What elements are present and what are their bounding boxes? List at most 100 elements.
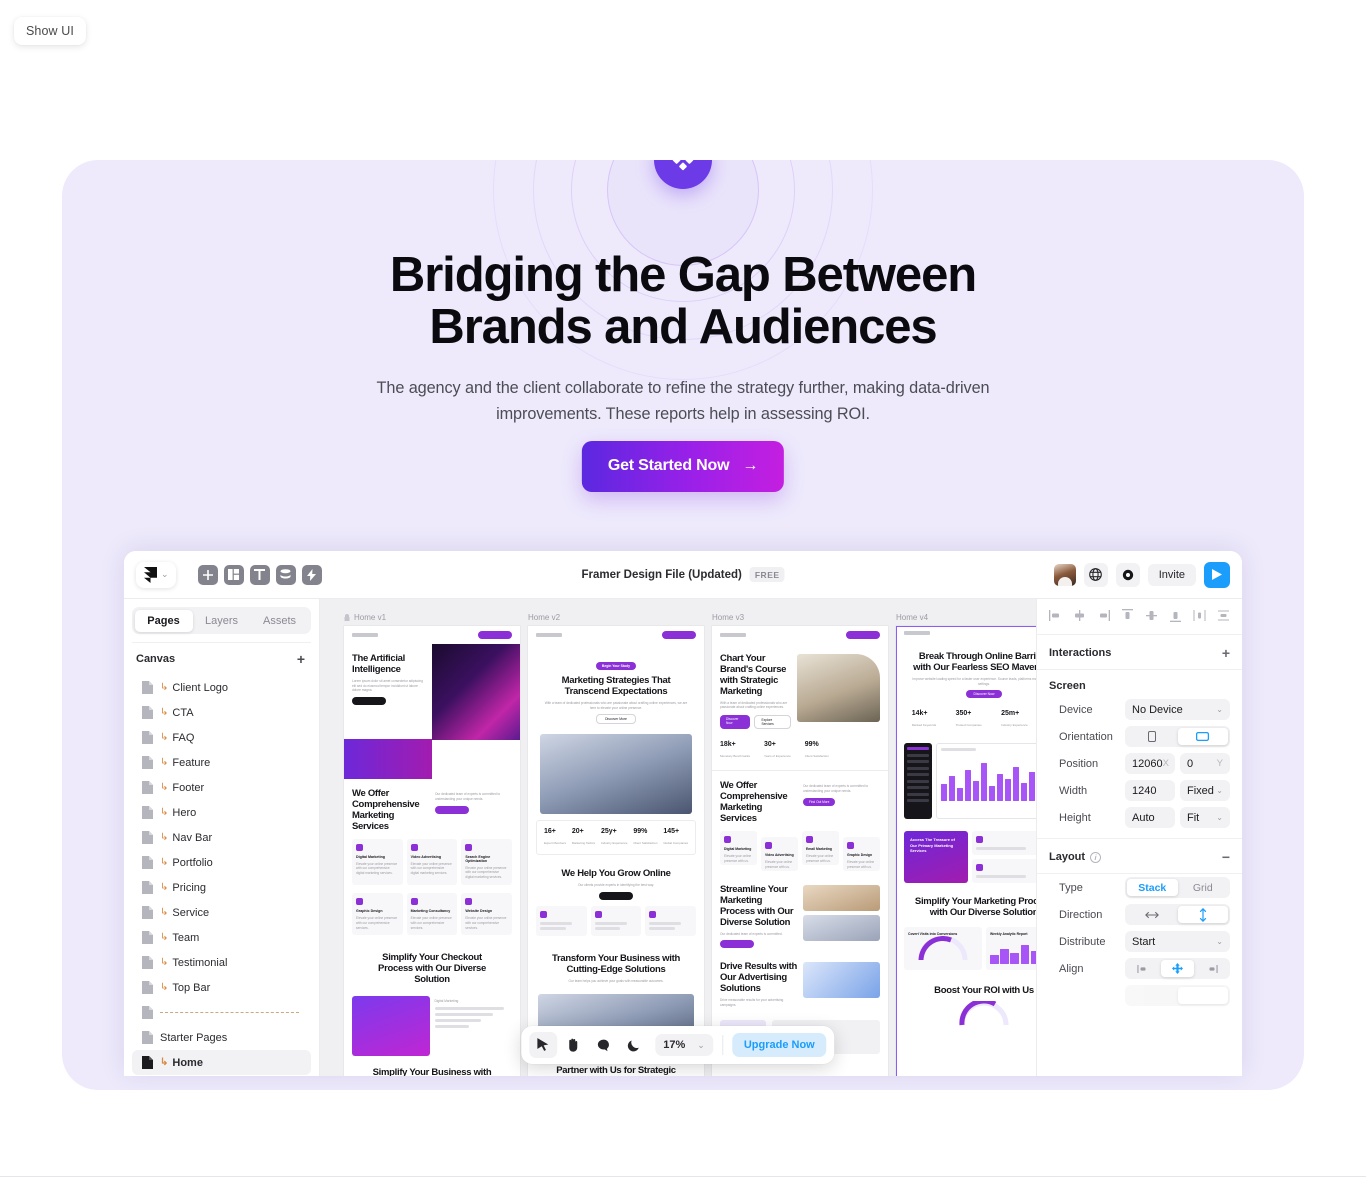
layout-icon[interactable] xyxy=(223,564,244,585)
cursor-tool-icon[interactable] xyxy=(529,1032,558,1058)
hand-tool-icon[interactable] xyxy=(559,1032,587,1058)
orientation-toggle xyxy=(1125,726,1230,747)
device-select[interactable]: No Device ⌄ xyxy=(1125,699,1230,720)
width-mode-select[interactable]: Fixed ⌄ xyxy=(1180,780,1230,801)
page-list-item[interactable]: ↳ Service xyxy=(132,900,311,925)
distribute-select[interactable]: Start ⌄ xyxy=(1125,931,1230,952)
frame-label[interactable]: Home v2 xyxy=(528,613,704,622)
get-started-button[interactable]: Get Started Now → xyxy=(581,441,785,492)
tab-layers[interactable]: Layers xyxy=(193,610,251,632)
frame4-promo-title: Access The Treasure of Our Primary Marke… xyxy=(904,831,968,884)
info-icon[interactable]: i xyxy=(1090,851,1102,863)
frame3-cta[interactable]: Discover Now xyxy=(720,715,751,730)
dark-mode-icon[interactable] xyxy=(619,1032,647,1058)
align-right-icon[interactable] xyxy=(1097,609,1110,625)
phone-portrait-icon[interactable] xyxy=(1127,728,1178,745)
align-center-vertical-icon[interactable] xyxy=(1145,609,1158,625)
invite-button[interactable]: Invite xyxy=(1147,563,1196,586)
framer-dot-icon[interactable] xyxy=(1115,562,1140,587)
align-center-icon[interactable] xyxy=(1160,960,1195,977)
frame-home-v4[interactable]: Break Through Online Barriers with Our F… xyxy=(896,626,1036,1076)
add-interaction-button[interactable]: + xyxy=(1222,646,1230,660)
collapse-layout-button[interactable]: − xyxy=(1222,850,1230,864)
page-list-item[interactable]: ↳ Nav Bar xyxy=(132,825,311,850)
show-ui-button[interactable]: Show UI xyxy=(14,17,86,45)
insert-icon[interactable] xyxy=(197,564,218,585)
align-start-icon[interactable] xyxy=(1127,960,1161,977)
frame-home-v2[interactable]: Begin Your Study Marketing Strategies Th… xyxy=(528,626,704,1076)
frame2-section-title: We Help You Grow Online xyxy=(561,868,671,880)
page-list-item[interactable]: ↳ FAQ xyxy=(132,725,311,750)
frame1-card: Marketing Consultancy xyxy=(410,909,451,914)
user-avatar[interactable] xyxy=(1053,563,1076,586)
frame-label[interactable]: Home v4 xyxy=(896,613,1036,622)
frame2-cta[interactable]: Discover More xyxy=(596,714,636,725)
align-center-horizontal-icon[interactable] xyxy=(1073,609,1086,625)
play-icon[interactable] xyxy=(1204,561,1230,588)
canvas-frames: Home v1 The Artificial Intelligence Lore… xyxy=(320,599,1036,1076)
comment-tool-icon[interactable] xyxy=(589,1032,617,1058)
layout-type-row: Type Stack Grid xyxy=(1037,874,1242,901)
height-mode-select[interactable]: Fit ⌄ xyxy=(1180,807,1230,828)
effects-icon[interactable] xyxy=(301,564,322,585)
frame-home-v3[interactable]: Chart Your Brand's Course with Strategic… xyxy=(712,626,888,1076)
add-page-button[interactable]: + xyxy=(297,652,305,666)
page-list-item[interactable]: ↳ Pricing xyxy=(132,875,311,900)
arrow-vertical-icon[interactable] xyxy=(1177,906,1228,923)
frame-label[interactable]: Home v3 xyxy=(712,613,888,622)
device-value: No Device xyxy=(1132,703,1183,716)
height-label: Height xyxy=(1059,811,1091,824)
page-list-item[interactable]: ↳ Home xyxy=(132,1050,311,1075)
height-input[interactable]: Auto xyxy=(1125,807,1175,828)
frame-label[interactable]: Home v1 xyxy=(344,613,520,622)
page-list-item[interactable] xyxy=(132,1000,311,1025)
frame4-bottom-title: Boost Your ROI with Us xyxy=(934,985,1034,997)
align-end-icon[interactable] xyxy=(1194,960,1228,977)
page-list-item[interactable]: ↳ Hero xyxy=(132,800,311,825)
frame4-cta[interactable]: Discover Now xyxy=(965,690,1003,699)
frame2-stat-label: Client Satisfaction xyxy=(633,841,658,846)
page-list-item[interactable]: ↳ CTA xyxy=(132,700,311,725)
frame2-stat-label: Global Companies xyxy=(663,841,688,846)
page-file-icon xyxy=(142,1056,153,1069)
frame1-section-title: We Offer Comprehensive Marketing Service… xyxy=(352,788,420,832)
phone-landscape-icon[interactable] xyxy=(1177,728,1228,745)
frame-home-v1[interactable]: The Artificial Intelligence Lorem ipsum … xyxy=(344,626,520,1076)
page-list-item[interactable]: Starter Pages xyxy=(132,1025,311,1050)
page-list-item[interactable]: ↳ Testimonial xyxy=(132,950,311,975)
frame3-title: Chart Your Brand's Course with Strategic… xyxy=(720,653,787,697)
align-left-icon[interactable] xyxy=(1049,609,1062,625)
frame3-stat-value: 99% xyxy=(804,741,819,749)
page-root: Show UI Bridging the Gap Between Brands … xyxy=(0,0,1366,1177)
cms-icon[interactable] xyxy=(275,564,296,585)
frame3-cta2[interactable]: Explore Services xyxy=(754,715,791,730)
page-list-item[interactable]: ↳ Footer xyxy=(132,775,311,800)
position-y-input[interactable]: 0 Y xyxy=(1180,753,1230,774)
arrow-horizontal-icon[interactable] xyxy=(1127,906,1178,923)
position-y-suffix: Y xyxy=(1216,758,1223,769)
align-label: Align xyxy=(1059,962,1084,975)
zoom-level-selector[interactable]: 17% ⌄ xyxy=(655,1034,713,1056)
align-bottom-icon[interactable] xyxy=(1169,609,1182,625)
page-list-item[interactable]: ↳ Top Bar xyxy=(132,975,311,1000)
width-input[interactable]: 1240 xyxy=(1125,780,1175,801)
position-x-input[interactable]: 12060 X xyxy=(1125,753,1175,774)
framer-logo-icon[interactable]: ⌄ xyxy=(136,561,176,588)
page-list-item[interactable]: ↳ Client Logo xyxy=(132,675,311,700)
upgrade-now-button[interactable]: Upgrade Now xyxy=(731,1033,827,1057)
page-list-item[interactable]: ↳ Portfolio xyxy=(132,850,311,875)
text-icon[interactable] xyxy=(249,564,270,585)
page-list-item[interactable]: ↳ Team xyxy=(132,925,311,950)
framer-canvas[interactable]: Home v1 The Artificial Intelligence Lore… xyxy=(320,599,1036,1076)
frame3-section-cta[interactable]: Find Out More xyxy=(803,797,836,806)
distribute-vertical-icon[interactable] xyxy=(1217,609,1230,625)
page-list-item[interactable]: ↳ Feature xyxy=(132,750,311,775)
tab-assets[interactable]: Assets xyxy=(251,610,309,632)
align-top-icon[interactable] xyxy=(1121,609,1134,625)
layout-type-grid[interactable]: Grid xyxy=(1178,879,1229,896)
layout-type-stack[interactable]: Stack xyxy=(1127,879,1178,896)
tab-pages[interactable]: Pages xyxy=(134,609,193,632)
distribute-horizontal-icon[interactable] xyxy=(1193,609,1206,625)
globe-icon[interactable] xyxy=(1083,562,1108,587)
layout-section-header: Layout i − xyxy=(1037,838,1242,874)
